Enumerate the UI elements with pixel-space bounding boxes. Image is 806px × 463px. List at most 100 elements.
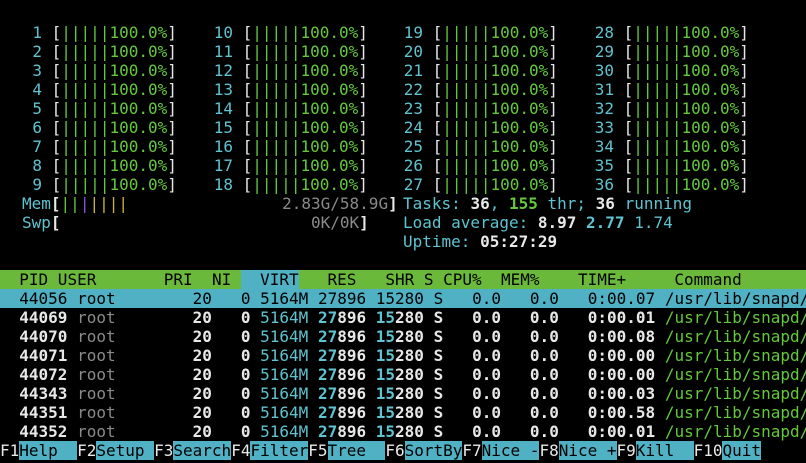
cpu-meter: 22 [|||||100.0%] bbox=[403, 80, 558, 99]
process-s: S bbox=[433, 365, 444, 384]
fkey-label-f2[interactable]: Setup bbox=[96, 441, 155, 460]
col-s[interactable]: S bbox=[414, 270, 434, 289]
fkey-label-f1[interactable]: Help bbox=[19, 441, 78, 460]
process-table-header: PID USER PRI NI VIRT RES SHR S CPU% MEM%… bbox=[0, 270, 806, 289]
fkey-label-f5[interactable]: Tree bbox=[327, 441, 386, 460]
process-row[interactable]: 44056 root 20 0 5164M 27896 15280 S 0.0 … bbox=[0, 289, 806, 308]
process-pid: 44071 bbox=[19, 346, 68, 365]
fkey-label-f9[interactable]: Kill bbox=[635, 441, 694, 460]
cpu-percent: 100.0% bbox=[490, 118, 549, 137]
cpu-meter: 23 [|||||100.0%] bbox=[403, 99, 558, 118]
cpu-meter: 17 [|||||100.0%] bbox=[213, 156, 368, 175]
cpu-number: 7 bbox=[32, 137, 42, 156]
fkey-label-f7[interactable]: Nice - bbox=[481, 441, 540, 460]
process-row[interactable]: 44072 root 20 0 5164M 27896 15280 S 0.0 … bbox=[0, 365, 806, 384]
process-time: 0:00.08 bbox=[587, 327, 656, 346]
cpu-meter: 11 [|||||100.0%] bbox=[213, 42, 368, 61]
process-ni: 0 bbox=[240, 422, 251, 441]
process-mem: 0.0 bbox=[529, 365, 559, 384]
col-mem[interactable]: MEM% bbox=[491, 270, 540, 289]
col-virt[interactable]: VIRT bbox=[240, 270, 299, 289]
process-row[interactable]: 44351 root 20 0 5164M 27896 15280 S 0.0 … bbox=[0, 403, 806, 422]
cpu-percent: 100.0% bbox=[109, 175, 168, 194]
cpu-percent: 100.0% bbox=[109, 156, 168, 175]
load-5min: 2.77 bbox=[586, 213, 625, 232]
process-pri: 20 bbox=[192, 384, 212, 403]
fkey-label-f3[interactable]: Search bbox=[173, 441, 232, 460]
process-time: 0:00.00 bbox=[587, 365, 656, 384]
cpu-percent: 100.0% bbox=[109, 80, 168, 99]
col-pid[interactable]: PID bbox=[0, 270, 48, 289]
fkey-label-f4[interactable]: Filter bbox=[250, 441, 309, 460]
process-s: S bbox=[433, 403, 444, 422]
process-res: 27896 bbox=[317, 384, 367, 403]
process-ni: 0 bbox=[240, 327, 251, 346]
cpu-number: 31 bbox=[594, 80, 614, 99]
process-res: 27896 bbox=[317, 289, 367, 308]
fkey-label-f10[interactable]: Quit bbox=[722, 441, 761, 460]
cpu-percent: 100.0% bbox=[681, 23, 740, 42]
process-pid: 44069 bbox=[19, 308, 68, 327]
process-shr: 15280 bbox=[375, 422, 424, 441]
process-user: root bbox=[77, 365, 116, 384]
process-shr: 15280 bbox=[375, 327, 424, 346]
col-command[interactable]: Command bbox=[674, 270, 741, 289]
col-cpu[interactable]: CPU% bbox=[434, 270, 482, 289]
cpu-percent: 100.0% bbox=[109, 118, 168, 137]
cpu-percent: 100.0% bbox=[109, 23, 168, 42]
cpu-meter: 8 [|||||100.0%] bbox=[22, 156, 177, 175]
cpu-meter: 13 [|||||100.0%] bbox=[213, 80, 368, 99]
process-cpu: 0.0 bbox=[472, 289, 502, 308]
process-res: 27896 bbox=[317, 403, 367, 422]
col-ni[interactable]: NI bbox=[193, 270, 231, 289]
cpu-percent: 100.0% bbox=[109, 61, 168, 80]
cpu-percent: 100.0% bbox=[300, 23, 359, 42]
process-shr: 15280 bbox=[375, 365, 424, 384]
process-s: S bbox=[433, 422, 444, 441]
cpu-meter: 18 [|||||100.0%] bbox=[213, 175, 368, 194]
cpu-number: 27 bbox=[403, 175, 423, 194]
cpu-percent: 100.0% bbox=[300, 118, 359, 137]
cpu-number: 19 bbox=[403, 23, 423, 42]
cpu-number: 29 bbox=[594, 42, 614, 61]
cpu-meter: 20 [|||||100.0%] bbox=[403, 42, 558, 61]
cpu-number: 20 bbox=[403, 42, 423, 61]
process-s: S bbox=[433, 289, 444, 308]
cpu-percent: 100.0% bbox=[681, 175, 740, 194]
cpu-meter: 27 [|||||100.0%] bbox=[403, 175, 558, 194]
process-pid: 44351 bbox=[19, 403, 68, 422]
col-time[interactable]: TIME+ bbox=[549, 270, 645, 289]
process-user: root bbox=[77, 422, 116, 441]
tasks-summary: Tasks: 36, 155 thr; 36 running bbox=[403, 194, 692, 213]
cpu-meter: 19 [|||||100.0%] bbox=[403, 23, 558, 42]
process-res: 27896 bbox=[317, 422, 367, 441]
task-count: 36 bbox=[470, 194, 490, 213]
process-row[interactable]: 44069 root 20 0 5164M 27896 15280 S 0.0 … bbox=[0, 308, 806, 327]
cpu-meter: 21 [|||||100.0%] bbox=[403, 61, 558, 80]
col-pri[interactable]: PRI bbox=[145, 270, 193, 289]
cpu-meter: 1 [|||||100.0%] bbox=[22, 23, 177, 42]
col-res[interactable]: RES bbox=[299, 270, 357, 289]
thread-count: 155 bbox=[508, 194, 538, 213]
process-time: 0:00.58 bbox=[587, 403, 656, 422]
process-row[interactable]: 44071 root 20 0 5164M 27896 15280 S 0.0 … bbox=[0, 346, 806, 365]
cpu-percent: 100.0% bbox=[681, 42, 740, 61]
fkey-f7: F7 bbox=[462, 441, 482, 460]
col-user[interactable]: USER bbox=[48, 270, 144, 289]
col-shr[interactable]: SHR bbox=[356, 270, 414, 289]
process-row[interactable]: 44070 root 20 0 5164M 27896 15280 S 0.0 … bbox=[0, 327, 806, 346]
cpu-number: 2 bbox=[32, 42, 42, 61]
process-pid: 44070 bbox=[19, 327, 68, 346]
process-row[interactable]: 44352 root 20 0 5164M 27896 15280 S 0.0 … bbox=[0, 422, 806, 441]
cpu-meter: 30 [|||||100.0%] bbox=[594, 61, 749, 80]
swap-value: 0K/0K bbox=[311, 213, 360, 232]
process-cpu: 0.0 bbox=[472, 403, 502, 422]
process-pid: 44056 bbox=[19, 289, 68, 308]
process-row[interactable]: 44343 root 20 0 5164M 27896 15280 S 0.0 … bbox=[0, 384, 806, 403]
cpu-number: 16 bbox=[213, 137, 233, 156]
cpu-percent: 100.0% bbox=[300, 137, 359, 156]
fkey-label-f6[interactable]: SortBy bbox=[404, 441, 463, 460]
cpu-percent: 100.0% bbox=[490, 175, 549, 194]
fkey-label-f8[interactable]: Nice + bbox=[558, 441, 617, 460]
cpu-meter: 35 [|||||100.0%] bbox=[594, 156, 749, 175]
